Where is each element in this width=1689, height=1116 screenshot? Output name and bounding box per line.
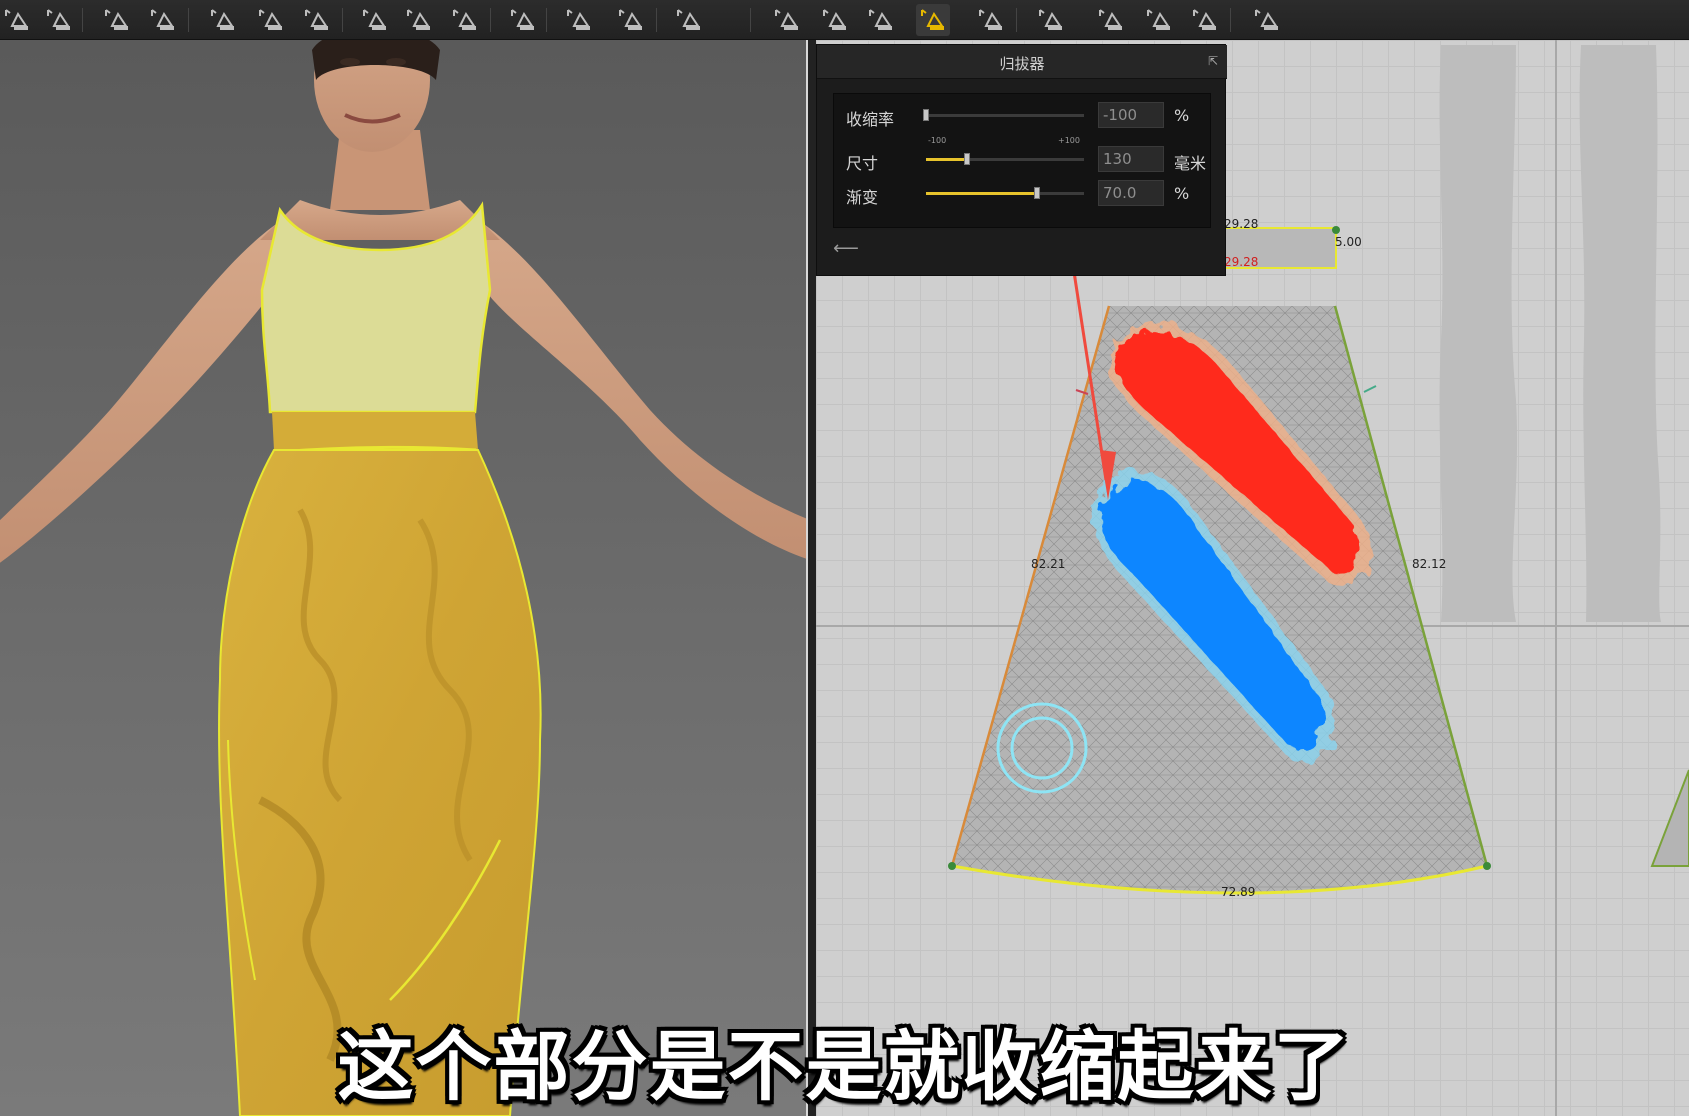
toolbar-separator <box>1016 8 1017 32</box>
avatar-edit-icon[interactable] <box>1034 4 1068 36</box>
size-unit: 毫米 <box>1174 154 1207 173</box>
gradient-label: 渐变 <box>846 188 879 207</box>
segment-sewing-icon[interactable] <box>100 4 134 36</box>
size-slider[interactable] <box>926 153 1084 165</box>
avatar-silhouette <box>1439 45 1518 622</box>
slider-thumb[interactable] <box>923 109 929 121</box>
view-divider[interactable] <box>806 40 816 1116</box>
toolbar-separator <box>1230 8 1231 32</box>
gathering-icon[interactable] <box>818 4 852 36</box>
toolbar-separator <box>546 8 547 32</box>
shrink-rate-unit: % <box>1174 106 1190 125</box>
toolbar-separator <box>750 8 751 32</box>
avatar-fit-icon[interactable] <box>1094 4 1128 36</box>
video-subtitle: 这个部分是不是就收缩起来了 <box>337 1022 1352 1111</box>
shrink-rate-input[interactable]: -100 <box>1098 102 1164 128</box>
tape-icon[interactable] <box>672 4 706 36</box>
size-label: 尺寸 <box>846 154 879 173</box>
back-arrow-icon[interactable]: ⟵ <box>833 237 859 261</box>
edit-sewing-icon[interactable] <box>42 4 76 36</box>
waistband <box>272 412 478 450</box>
3d-viewport[interactable] <box>0 40 806 1116</box>
3d-scene <box>0 40 806 1116</box>
toolbar-separator <box>656 8 657 32</box>
gradient-row: 渐变 70.0 % <box>834 178 1212 208</box>
gradient-slider[interactable] <box>926 187 1084 199</box>
slider-thumb[interactable] <box>964 153 971 165</box>
buttonhole-icon[interactable] <box>402 4 436 36</box>
tape-measure-icon[interactable] <box>1188 4 1222 36</box>
slider-thumb[interactable] <box>1033 187 1040 199</box>
measure-top-red: 29.28 <box>1224 255 1258 269</box>
zipper-icon[interactable] <box>448 4 482 36</box>
panel-header: 归拔器 ⇱ <box>817 45 1227 79</box>
size-row: 尺寸 130 毫米 <box>834 144 1212 174</box>
measure-corner: 5.00 <box>1335 235 1362 249</box>
pin-icon[interactable]: ⇱ <box>1205 53 1221 69</box>
toolbar-separator <box>82 8 83 32</box>
gradient-unit: % <box>1174 184 1190 203</box>
fold-arrangement-icon[interactable] <box>254 4 288 36</box>
measure-icon[interactable] <box>1142 4 1176 36</box>
right-arm <box>470 215 806 559</box>
shrink-rate-row: 收缩率 -100 +100 -100 % <box>834 100 1212 145</box>
panel-body: 收缩率 -100 +100 -100 % 尺寸 130 毫米 渐变 70.0 % <box>833 93 1211 228</box>
toolbar-separator <box>490 8 491 32</box>
fold-icon[interactable] <box>300 4 334 36</box>
select-sewing-icon[interactable] <box>0 4 34 36</box>
shrink-tool-panel: 归拔器 ⇱ 收缩率 -100 +100 -100 % 尺寸 130 毫米 渐变 <box>816 44 1227 276</box>
select-piece-icon[interactable] <box>506 4 540 36</box>
toolbar <box>0 0 1689 40</box>
toolbar-separator <box>342 8 343 32</box>
topstitch-icon[interactable] <box>1250 4 1284 36</box>
arrangement-icon[interactable] <box>614 4 648 36</box>
panel-title: 归拔器 <box>999 55 1045 73</box>
skirt <box>218 449 542 1116</box>
pin-icon[interactable] <box>206 4 240 36</box>
measure-left: 82.21 <box>1031 557 1065 571</box>
trim-icon[interactable] <box>864 4 898 36</box>
avatar-select-icon[interactable] <box>974 4 1008 36</box>
free-sewing-icon[interactable] <box>146 4 180 36</box>
size-input[interactable]: 130 <box>1098 146 1164 172</box>
edit-tape-icon[interactable] <box>770 4 804 36</box>
app-window: { "toolbar": { "tools": [ {"icon": "sele… <box>0 0 1689 1116</box>
measure-right: 82.12 <box>1412 557 1446 571</box>
shrink-rate-slider[interactable]: -100 +100 <box>923 109 1084 145</box>
iron-shrink-icon[interactable] <box>916 4 950 36</box>
measure-top: 29.28 <box>1224 217 1258 231</box>
button-icon[interactable] <box>358 4 392 36</box>
toolbar-separator <box>188 8 189 32</box>
shrink-rate-label: 收缩率 <box>846 110 895 129</box>
flat-piece-icon[interactable] <box>562 4 596 36</box>
gradient-input[interactable]: 70.0 <box>1098 180 1164 206</box>
measure-bottom: 72.89 <box>1221 885 1255 899</box>
